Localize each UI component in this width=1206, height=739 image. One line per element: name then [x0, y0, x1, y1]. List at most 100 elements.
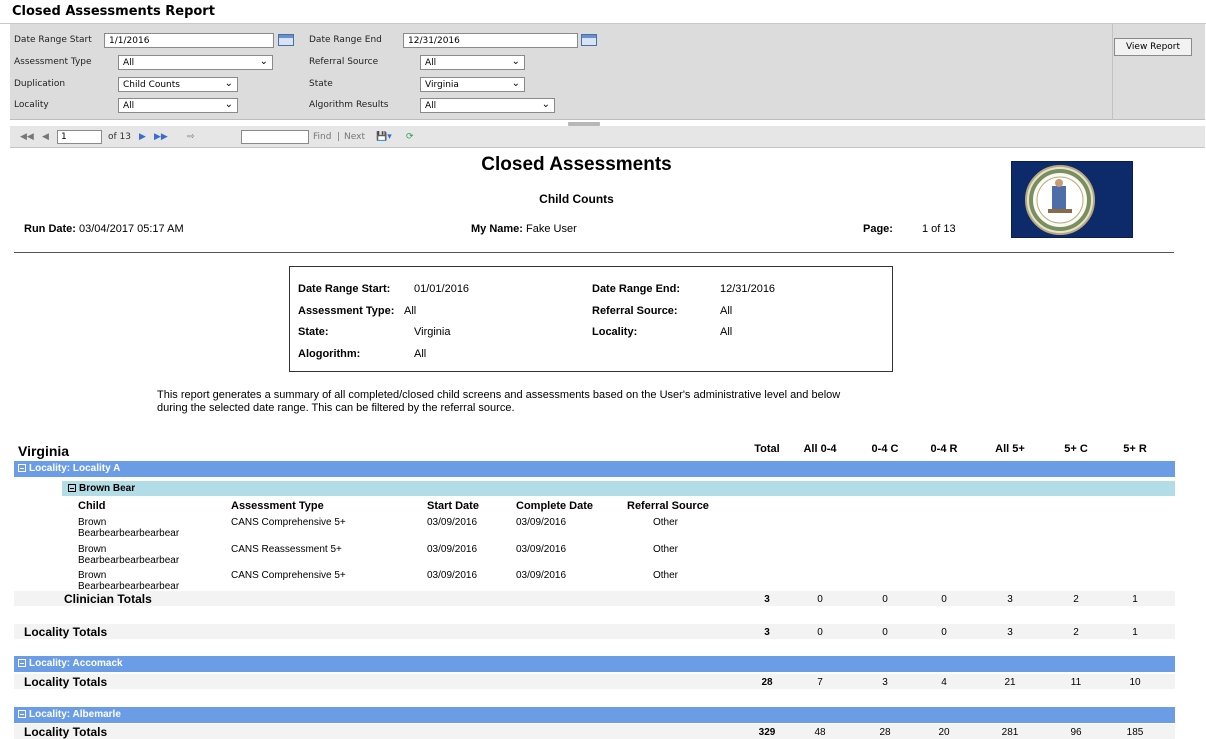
table-row-referral-source: Other [653, 517, 679, 528]
table-row-start-date: 03/09/2016 [427, 544, 478, 555]
report-body: Closed Assessments Child Counts Run Date… [10, 148, 1205, 739]
locality-name: Accomack [72, 658, 123, 669]
header-divider [14, 252, 1174, 253]
locality-totals-label: Locality Totals [24, 625, 108, 639]
collapse-icon[interactable] [68, 484, 76, 492]
duplication-select[interactable]: Child Counts ⌄ [118, 77, 238, 92]
table-row-assessment-type: CANS Reassessment 5+ [231, 544, 342, 555]
filter-referral-source-label: Referral Source: [592, 305, 678, 317]
date-end-input[interactable]: 12/31/2016 [403, 33, 578, 48]
page-number-input[interactable]: 1 [57, 130, 102, 144]
chevron-down-icon: ⌄ [511, 78, 520, 89]
clinician-all-5plus: 3 [1007, 594, 1013, 605]
last-page-icon[interactable]: ▶▶ [154, 132, 168, 142]
page-label: Page: [863, 223, 893, 235]
date-end-label: Date Range End [309, 35, 382, 45]
description-line-2: during the selected date range. This can… [157, 402, 515, 414]
locality-total: 329 [758, 727, 776, 738]
table-row-complete-date: 03/09/2016 [516, 570, 567, 581]
referral-source-label: Referral Source [309, 57, 379, 67]
find-input[interactable] [241, 130, 309, 144]
locality-select[interactable]: All ⌄ [118, 98, 238, 113]
collapse-icon[interactable] [18, 464, 26, 472]
locality-5plus-r: 185 [1126, 727, 1144, 738]
table-row-start-date: 03/09/2016 [427, 570, 478, 581]
child-last-name: Bearbearbearbearbear [78, 555, 180, 566]
calendar-icon[interactable] [278, 34, 294, 46]
expand-icon[interactable] [18, 710, 26, 718]
parameters-panel: Date Range Start 1/1/2016 Date Range End… [10, 24, 1205, 120]
duplication-label: Duplication [14, 79, 66, 89]
state-heading: Virginia [18, 443, 70, 459]
locality-5plus-c: 2 [1073, 627, 1079, 638]
view-report-button[interactable]: View Report [1114, 38, 1192, 56]
filter-algorithm-value: All [414, 348, 427, 360]
calendar-icon[interactable] [581, 34, 597, 46]
locality-all-5plus: 3 [1007, 627, 1013, 638]
filter-date-end-value: 12/31/2016 [720, 283, 776, 295]
locality-group-header[interactable]: Locality: Albemarle [14, 707, 1175, 723]
my-name-value: Fake User [526, 223, 577, 235]
algorithm-select[interactable]: All ⌄ [420, 98, 555, 113]
column-header-total: Total [754, 443, 780, 455]
run-date-value: 03/04/2017 05:17 AM [79, 223, 184, 235]
table-row-start-date: 03/09/2016 [427, 517, 478, 528]
run-date: Run Date: 03/04/2017 05:17 AM [24, 223, 184, 235]
child-first-name: Brown [78, 544, 107, 555]
column-header-all-5plus: All 5+ [995, 443, 1025, 455]
locality-totals-label: Locality Totals [24, 725, 108, 739]
detail-header-child: Child [78, 500, 106, 512]
assessment-type-select[interactable]: All ⌄ [118, 55, 273, 70]
clinician-0-4-r: 0 [941, 594, 947, 605]
locality-5plus-r: 10 [1129, 677, 1141, 688]
refresh-icon[interactable]: ⟳ [406, 132, 414, 142]
locality-prefix: Locality: [29, 463, 71, 474]
assessment-type-value: All [123, 58, 135, 68]
first-page-icon[interactable]: ◀◀ [20, 132, 34, 142]
child-first-name: Brown [78, 570, 107, 581]
child-first-name: Brown [78, 517, 107, 528]
column-header-5plus-r: 5+ R [1123, 443, 1147, 455]
report-description: This report generates a summary of all c… [157, 389, 1017, 415]
prev-page-icon[interactable]: ◀ [42, 132, 49, 142]
clinician-all-0-4: 0 [817, 594, 823, 605]
locality-value: All [123, 101, 135, 111]
next-link[interactable]: Next [344, 132, 365, 142]
find-separator: | [337, 132, 341, 142]
detail-header-complete-date: Complete Date [516, 500, 594, 512]
locality-total: 28 [761, 677, 773, 688]
filters-summary-box: Date Range Start: 01/01/2016 Date Range … [289, 266, 893, 372]
find-link[interactable]: Find [313, 132, 331, 142]
date-start-input[interactable]: 1/1/2016 [104, 33, 274, 48]
export-icon[interactable]: 💾▾ [376, 132, 392, 142]
window-title: Closed Assessments Report [12, 4, 215, 19]
filter-state-label: State: [298, 326, 329, 338]
referral-source-select[interactable]: All ⌄ [420, 55, 525, 70]
run-date-label: Run Date: [24, 223, 76, 235]
filter-referral-source-value: All [720, 305, 733, 317]
report-title: Closed Assessments [481, 154, 672, 175]
state-value: Virginia [425, 80, 459, 90]
expand-icon[interactable] [18, 659, 26, 667]
filter-assessment-type-label: Assessment Type: [298, 305, 395, 317]
locality-all-0-4: 48 [814, 727, 826, 738]
next-page-icon[interactable]: ▶ [139, 132, 146, 142]
column-header-5plus-c: 5+ C [1064, 443, 1088, 455]
locality-0-4-c: 0 [882, 627, 888, 638]
table-row-referral-source: Other [653, 544, 679, 555]
locality-all-0-4: 0 [817, 627, 823, 638]
locality-0-4-r: 4 [941, 677, 947, 688]
clinician-totals-label: Clinician Totals [64, 592, 152, 606]
table-row-child: Brown Bearbearbearbearbear [78, 544, 179, 566]
locality-total: 3 [764, 627, 770, 638]
referral-source-value: All [425, 58, 437, 68]
clinician-total: 3 [764, 594, 770, 605]
clinician-group-header[interactable]: Brown Bear [62, 481, 1175, 496]
locality-5plus-c: 96 [1070, 727, 1082, 738]
state-select[interactable]: Virginia ⌄ [420, 77, 525, 92]
back-icon[interactable]: ⇨ [187, 132, 195, 142]
locality-group-header[interactable]: Locality: Locality A [14, 461, 1175, 477]
locality-group-header[interactable]: Locality: Accomack [14, 656, 1175, 672]
locality-5plus-c: 11 [1070, 677, 1082, 688]
locality-all-5plus: 281 [1001, 727, 1019, 738]
